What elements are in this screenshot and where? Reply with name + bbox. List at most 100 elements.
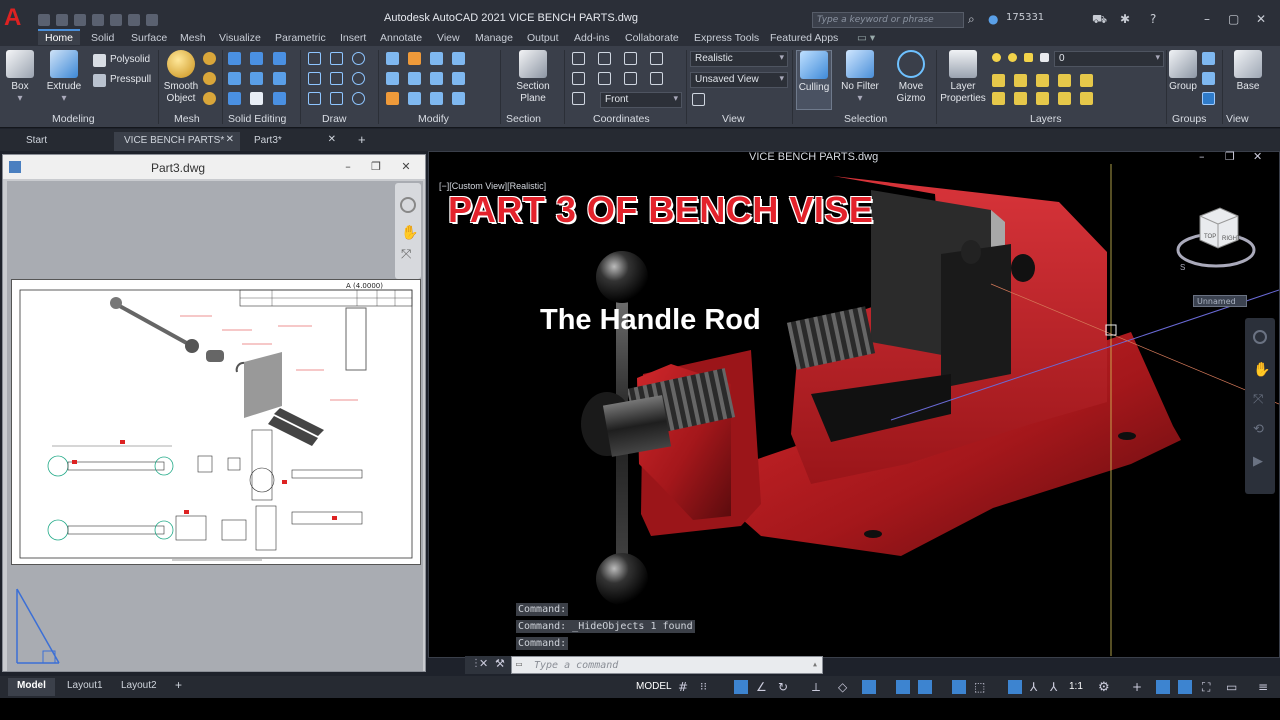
tab-output[interactable]: Output xyxy=(520,31,566,45)
tab-collaborate[interactable]: Collaborate xyxy=(618,31,686,45)
ellipse-icon[interactable] xyxy=(352,92,365,105)
scale-icon[interactable] xyxy=(408,92,421,105)
save-icon[interactable] xyxy=(74,14,86,26)
autocad-logo[interactable]: A xyxy=(4,4,28,31)
tab-solid[interactable]: Solid xyxy=(84,31,121,45)
tab-layout2[interactable]: Layout2 xyxy=(112,678,166,696)
tab-visualize[interactable]: Visualize xyxy=(212,31,268,45)
help-icon[interactable]: ? xyxy=(1150,12,1156,26)
tab-manage[interactable]: Manage xyxy=(468,31,520,45)
quick-properties-icon[interactable]: ⬚ xyxy=(974,680,988,694)
undo-icon[interactable] xyxy=(128,14,140,26)
ucs-3point-icon[interactable] xyxy=(624,52,637,65)
model-space-toggle[interactable]: MODEL xyxy=(636,681,672,692)
tab-surface[interactable]: Surface xyxy=(124,31,174,45)
xline-icon[interactable] xyxy=(330,72,343,85)
command-input[interactable]: ▭ Type a command ▴ xyxy=(511,656,823,674)
zoom-icon[interactable]: ⤧ xyxy=(1253,392,1263,407)
panel-groups[interactable]: Groups xyxy=(1172,113,1206,125)
polyline-icon[interactable] xyxy=(330,52,343,65)
extrude-button[interactable]: Extrude ▾ xyxy=(44,50,84,105)
polygon-icon[interactable] xyxy=(308,92,321,105)
line-icon[interactable] xyxy=(308,52,321,65)
trim-icon[interactable] xyxy=(408,72,421,85)
panel-coordinates[interactable]: Coordinates xyxy=(593,113,650,125)
tab-part3[interactable]: Part3* ✕ xyxy=(244,132,342,151)
extrude-faces-icon[interactable] xyxy=(250,72,263,85)
layer-unisolate-icon[interactable] xyxy=(1058,74,1071,87)
layer-properties-button[interactable]: Layer Properties xyxy=(940,50,986,105)
menu-icon[interactable]: ≡ xyxy=(1258,680,1272,694)
ucs-x-icon[interactable] xyxy=(572,72,585,85)
separate-icon[interactable] xyxy=(250,52,263,65)
search-icon[interactable]: ⌕ xyxy=(968,12,975,27)
grid-icon[interactable]: # xyxy=(678,680,692,694)
panel-modify[interactable]: Modify xyxy=(418,113,449,125)
ucs-origin-icon[interactable] xyxy=(598,52,611,65)
layer-unlock-icon[interactable] xyxy=(1024,53,1033,62)
base-view-button[interactable]: Base xyxy=(1232,50,1264,93)
slice-icon[interactable] xyxy=(273,72,286,85)
selection-cycling-icon[interactable] xyxy=(896,680,910,694)
layer-freeze-icon[interactable] xyxy=(1080,74,1093,87)
part3-drawing-area[interactable]: ✋ ⤧ A (4.0000) xyxy=(7,181,423,671)
ucs-z-icon[interactable] xyxy=(624,72,637,85)
layer-color-icon[interactable] xyxy=(1040,53,1049,62)
layer-thaw-icon[interactable] xyxy=(1008,53,1017,62)
viewport-config-icon[interactable] xyxy=(692,93,705,106)
array-icon[interactable] xyxy=(430,92,443,105)
maximize-icon[interactable]: ▢ xyxy=(1228,12,1239,26)
subtract-icon[interactable] xyxy=(228,72,241,85)
panel-mesh[interactable]: Mesh xyxy=(174,113,200,125)
isolate-objects-icon[interactable] xyxy=(1156,680,1170,694)
chamfer-icon[interactable] xyxy=(452,72,465,85)
plot-icon[interactable] xyxy=(110,14,122,26)
arc-icon[interactable] xyxy=(352,52,365,65)
ucs-object-icon[interactable] xyxy=(650,72,663,85)
zoom-extents-icon[interactable]: ⤧ xyxy=(401,247,411,262)
layer-isolate-icon[interactable] xyxy=(1036,74,1049,87)
new-tab-icon[interactable]: + xyxy=(348,132,376,151)
showmotion-icon[interactable]: ▶ xyxy=(1253,454,1263,469)
auto-scale-icon[interactable]: ⅄ xyxy=(1030,680,1044,694)
new-icon[interactable] xyxy=(38,14,50,26)
snap-icon[interactable]: ⁝⁝ xyxy=(700,680,714,694)
close-icon[interactable]: ✕ xyxy=(395,159,417,175)
model-viewport[interactable]: [−][Custom View][Realistic] PART 3 OF BE… xyxy=(431,164,1279,656)
fillet-edge-icon[interactable] xyxy=(273,92,286,105)
tab-vice-bench-parts[interactable]: VICE BENCH PARTS* ✕ xyxy=(114,132,240,151)
tab-home[interactable]: Home xyxy=(38,29,81,45)
layer-make-current-icon[interactable] xyxy=(1036,92,1049,105)
redo-icon[interactable] xyxy=(146,14,158,26)
erase-icon[interactable] xyxy=(386,92,399,105)
close-tab-icon[interactable]: ✕ xyxy=(226,134,234,145)
presspull-button[interactable]: Presspull xyxy=(110,74,151,85)
mesh-crease-icon[interactable] xyxy=(203,92,216,105)
annotation-monitor-icon[interactable] xyxy=(918,680,932,694)
minimize-icon[interactable]: – xyxy=(337,159,359,175)
panel-draw[interactable]: Draw xyxy=(322,113,347,125)
intersect-icon[interactable] xyxy=(228,92,241,105)
tab-model[interactable]: Model xyxy=(8,678,55,696)
explode-icon[interactable] xyxy=(452,92,465,105)
ucs-icon[interactable] xyxy=(572,52,585,65)
polysolid-button[interactable]: Polysolid xyxy=(110,54,150,65)
ribbon-toggle-icon[interactable]: ▭ ▾ xyxy=(850,31,882,45)
close-tab-icon[interactable]: ✕ xyxy=(328,134,336,145)
steering-wheel-icon[interactable] xyxy=(400,197,416,213)
tab-express-tools[interactable]: Express Tools xyxy=(687,31,766,45)
ucs-named-icon[interactable] xyxy=(572,92,585,105)
layer-off-icon[interactable] xyxy=(992,92,1005,105)
panel-solid-editing[interactable]: Solid Editing xyxy=(228,113,286,125)
mesh-refine-icon[interactable] xyxy=(203,72,216,85)
visual-style-select[interactable]: Realistic xyxy=(690,51,788,67)
orbit-icon[interactable]: ⟲ xyxy=(1253,422,1264,437)
move-icon[interactable] xyxy=(386,52,399,65)
open-icon[interactable] xyxy=(56,14,68,26)
smooth-object-button[interactable]: Smooth Object xyxy=(161,50,201,105)
minimize-icon[interactable]: – xyxy=(1204,12,1210,26)
tab-view[interactable]: View xyxy=(430,31,467,45)
layer-lock-icon[interactable] xyxy=(1014,92,1027,105)
exchange-icon[interactable]: ✱ xyxy=(1120,12,1130,26)
tab-featured-apps[interactable]: Featured Apps xyxy=(763,31,845,45)
